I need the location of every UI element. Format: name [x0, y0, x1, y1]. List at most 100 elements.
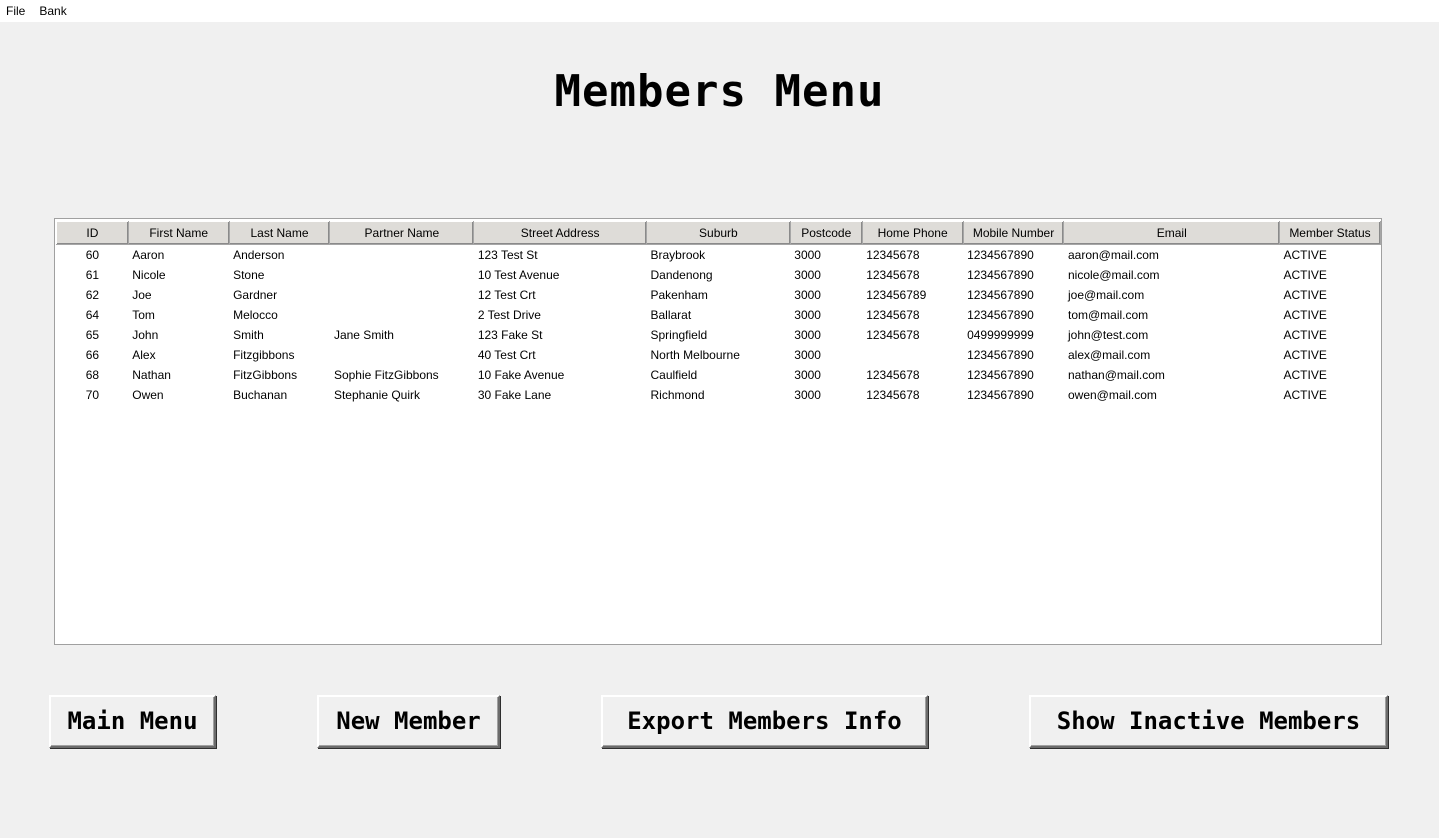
cell-mobile-number: 1234567890 — [967, 268, 1034, 282]
column-header-mobile-number[interactable]: Mobile Number — [962, 221, 1065, 245]
cell-partner-name — [330, 245, 474, 266]
cell-home-phone: 12345678 — [866, 308, 920, 322]
cell-suburb: Caulfield — [650, 368, 698, 382]
cell-email: nicole@mail.com — [1067, 268, 1160, 282]
cell-postcode: 3000 — [794, 308, 821, 322]
cell-id: 65 — [85, 328, 100, 342]
cell-id: 66 — [85, 348, 100, 362]
cell-street-address: 123 Fake St — [477, 328, 543, 342]
column-header-member-status[interactable]: Member Status — [1279, 221, 1381, 245]
table-row[interactable]: 68 Nathan FitzGibbons Sophie FitzGibbons 10 … — [57, 365, 1381, 385]
column-header-suburb[interactable]: Suburb — [645, 221, 791, 245]
cell-member-status: ACTIVE — [1283, 368, 1327, 382]
cell-mobile-number: 1234567890 — [967, 348, 1034, 362]
cell-id: 62 — [85, 288, 100, 302]
table-header-row: ID First Name Last Name Partner Name Str… — [56, 221, 1381, 245]
cell-postcode: 3000 — [794, 328, 821, 342]
cell-suburb: Richmond — [650, 388, 705, 402]
page-title: Members Menu — [554, 66, 885, 117]
cell-home-phone: 12345678 — [866, 268, 920, 282]
cell-partner-name — [330, 345, 474, 365]
cell-email: john@test.com — [1067, 328, 1149, 342]
cell-postcode: 3000 — [794, 248, 821, 262]
cell-member-status: ACTIVE — [1283, 388, 1327, 402]
cell-last-name: Gardner — [233, 288, 278, 302]
cell-member-status: ACTIVE — [1283, 328, 1327, 342]
menu-bank[interactable]: Bank — [32, 0, 73, 22]
cell-email: nathan@mail.com — [1067, 368, 1165, 382]
cell-last-name: Fitzgibbons — [233, 348, 295, 362]
cell-member-status: ACTIVE — [1283, 348, 1327, 362]
cell-last-name: Stone — [233, 268, 265, 282]
cell-first-name: John — [132, 328, 159, 342]
cell-email: aaron@mail.com — [1067, 248, 1159, 262]
cell-partner-name — [330, 265, 474, 285]
cell-mobile-number: 1234567890 — [967, 308, 1034, 322]
members-table: ID First Name Last Name Partner Name Str… — [56, 221, 1381, 405]
column-header-partner-name[interactable]: Partner Name — [329, 221, 475, 245]
cell-member-status: ACTIVE — [1283, 308, 1327, 322]
table-row[interactable]: 70 Owen Buchanan Stephanie Quirk 30 Fake Lan… — [57, 385, 1381, 405]
cell-email: tom@mail.com — [1067, 308, 1149, 322]
cell-mobile-number: 0499999999 — [967, 328, 1034, 342]
cell-street-address: 2 Test Drive — [477, 308, 541, 322]
cell-street-address: 10 Test Avenue — [477, 268, 560, 282]
cell-suburb: Dandenong — [650, 268, 713, 282]
table-row[interactable]: 60 Aaron Anderson 123 Test St Braybrook 3000 1… — [57, 245, 1381, 266]
new-member-button[interactable]: New Member — [317, 695, 500, 748]
cell-partner-name — [330, 305, 474, 325]
table-row[interactable]: 64 Tom Melocco 2 Test Drive Ballarat 3000 1234… — [57, 305, 1381, 325]
cell-postcode: 3000 — [794, 348, 821, 362]
table-row[interactable]: 66 Alex Fitzgibbons 40 Test Crt North Melbou… — [57, 345, 1381, 365]
cell-last-name: FitzGibbons — [233, 368, 298, 382]
cell-street-address: 123 Test St — [477, 248, 538, 262]
cell-suburb: Ballarat — [650, 308, 692, 322]
cell-street-address: 12 Test Crt — [477, 288, 536, 302]
cell-email: owen@mail.com — [1067, 388, 1157, 402]
cell-member-status: ACTIVE — [1283, 268, 1327, 282]
cell-email: alex@mail.com — [1067, 348, 1151, 362]
cell-email: joe@mail.com — [1067, 288, 1145, 302]
cell-suburb: Pakenham — [650, 288, 708, 302]
cell-home-phone: 12345678 — [866, 368, 920, 382]
cell-home-phone: 123456789 — [866, 288, 927, 302]
menu-file[interactable]: File — [0, 0, 32, 22]
cell-id: 61 — [85, 268, 100, 282]
column-header-email[interactable]: Email — [1063, 221, 1281, 245]
column-header-postcode[interactable]: Postcode — [789, 221, 863, 245]
column-header-home-phone[interactable]: Home Phone — [861, 221, 964, 245]
column-header-first-name[interactable]: First Name — [127, 221, 230, 245]
table-row[interactable]: 61 Nicole Stone 10 Test Avenue Dandenong 3000… — [57, 265, 1381, 285]
cell-id: 68 — [85, 368, 100, 382]
menu-bar: File Bank — [0, 0, 1439, 22]
column-header-street-address[interactable]: Street Address — [473, 221, 647, 245]
cell-postcode: 3000 — [794, 268, 821, 282]
cell-postcode: 3000 — [794, 368, 821, 382]
cell-first-name: Alex — [132, 348, 156, 362]
cell-first-name: Tom — [132, 308, 155, 322]
table-row[interactable]: 62 Joe Gardner 12 Test Crt Pakenham 3000 12345… — [57, 285, 1381, 305]
cell-first-name: Nathan — [132, 368, 171, 382]
cell-last-name: Melocco — [233, 308, 278, 322]
table-body: 60 Aaron Anderson 123 Test St Braybrook 3000 1… — [57, 245, 1381, 406]
cell-suburb: North Melbourne — [650, 348, 740, 362]
cell-first-name: Joe — [132, 288, 152, 302]
column-header-id[interactable]: ID — [56, 221, 129, 245]
cell-street-address: 10 Fake Avenue — [477, 368, 565, 382]
export-members-info-button[interactable]: Export Members Info — [601, 695, 928, 748]
cell-last-name: Buchanan — [233, 388, 288, 402]
cell-mobile-number: 1234567890 — [967, 388, 1034, 402]
cell-partner-name: Stephanie Quirk — [333, 388, 421, 402]
table-row[interactable]: 65 John Smith Jane Smith 123 Fake St Springfi… — [57, 325, 1381, 345]
members-table-frame[interactable]: ID First Name Last Name Partner Name Str… — [54, 218, 1382, 645]
cell-home-phone: 12345678 — [866, 328, 920, 342]
cell-first-name: Owen — [132, 388, 164, 402]
cell-last-name: Anderson — [233, 248, 285, 262]
cell-last-name: Smith — [233, 328, 264, 342]
cell-id: 70 — [85, 388, 100, 402]
show-inactive-members-button[interactable]: Show Inactive Members — [1029, 695, 1388, 748]
column-header-last-name[interactable]: Last Name — [228, 221, 331, 245]
cell-suburb: Braybrook — [650, 248, 706, 262]
main-menu-button[interactable]: Main Menu — [49, 695, 216, 748]
cell-postcode: 3000 — [794, 388, 821, 402]
